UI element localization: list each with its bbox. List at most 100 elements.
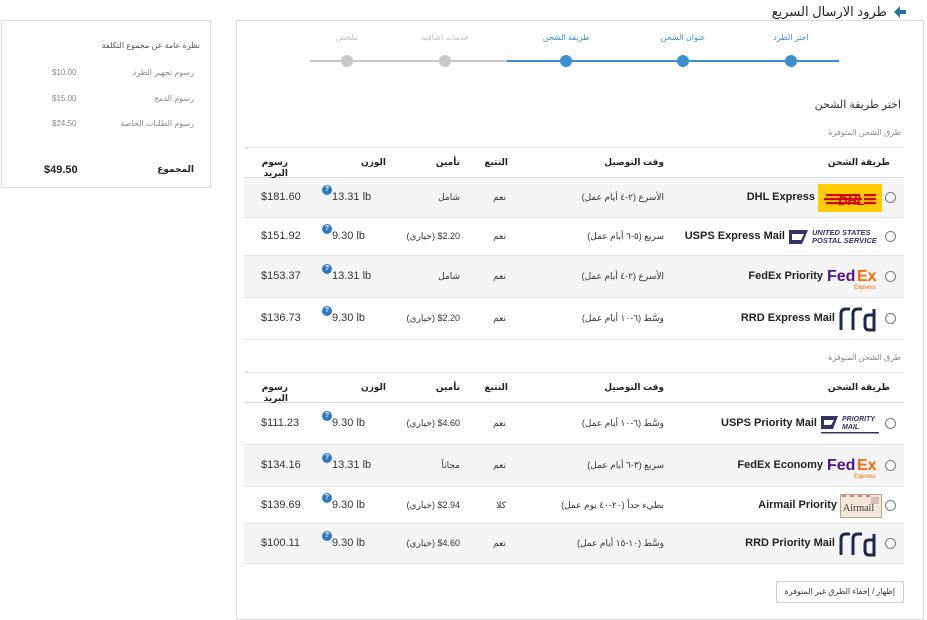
usps-priority-logo: PRIORITY MAIL (820, 413, 882, 435)
carrier-name: FedEx Priority (748, 270, 823, 282)
shipping-method-radio[interactable] (885, 231, 896, 242)
page-header: طرود الارسال السريع (772, 3, 907, 21)
fedex-logo: Fed Ex Express (826, 264, 882, 291)
shipping-method-radio[interactable] (885, 499, 896, 511)
svg-text:Fed: Fed (827, 457, 855, 474)
page-title: طرود الارسال السريع (771, 4, 887, 19)
tracking-value: نعم (493, 313, 506, 323)
summary-row: رسوم الدمج $15.00 (2, 94, 210, 106)
stepper-track-pending (310, 60, 507, 62)
tracking-value: نعم (493, 418, 506, 428)
table-row[interactable]: UNITED STATES POSTAL SERVICE USPS Express … (244, 218, 904, 256)
shipping-method-radio[interactable] (885, 538, 896, 549)
col-header-delivery: وقت التوصيل (604, 382, 664, 392)
carrier-name: FedEx Economy (737, 459, 823, 471)
delivery-time: الأسرع (٢-٤ أيام عمل) (581, 192, 664, 202)
shipping-method-radio[interactable] (885, 271, 896, 282)
svg-text:MAIL: MAIL (842, 424, 859, 431)
help-icon[interactable]: ? (322, 224, 332, 234)
checkout-stepper: اختر الطرد عنوان الشحن طريقة الشحن خدمات… (237, 21, 925, 91)
postage-value: $134.16 (261, 459, 301, 471)
step-dot-done[interactable] (785, 55, 797, 67)
delivery-time: الأسرع (٢-٤ أيام عمل) (581, 271, 664, 281)
insurance-value: شامل (438, 271, 460, 281)
shipping-method-radio[interactable] (885, 460, 896, 471)
rrd-logo (838, 531, 882, 557)
table-row[interactable]: Fed Ex Express FedEx Priority الأسرع (٢-٤ أي… (244, 256, 904, 298)
tracking-value: نعم (493, 231, 506, 241)
svg-text:Express: Express (854, 474, 876, 479)
dhl-logo: DHL (818, 184, 882, 212)
shipping-method-radio[interactable] (885, 192, 896, 203)
section-title: اختر طريقة الشحن (814, 99, 901, 111)
table-row[interactable]: Airmail Airmail Priority بطيء جداً (٢٠-٤٠ … (244, 487, 904, 524)
weight-value: 13.31 lb (332, 459, 372, 471)
table-row[interactable]: Fed Ex Express FedEx Economy سريع (٣-٦ أيام … (244, 445, 904, 487)
weight-value: 9.30 lb (332, 312, 366, 324)
table-row[interactable]: DHL DHL Express الأسرع (٢-٤ أيام عمل) نعم شا… (244, 178, 904, 218)
insurance-value: $4.60 (خياري) (406, 418, 460, 428)
postage-value: $100.11 (261, 537, 300, 549)
fedex-logo: Fed Ex Express (826, 453, 882, 480)
col-header-method: طريقة الشحن (827, 382, 890, 392)
summary-row-label: رسوم الطلبات الخاصة (120, 119, 194, 128)
delivery-time: بطيء جداً (٢٠-٤٠ يوم عمل) (561, 499, 664, 510)
tracking-value: نعم (493, 192, 506, 202)
table-row[interactable]: RRD Express Mail وسَّط (٦-١٠ أيام عمل) نعم… (244, 298, 904, 340)
summary-total-value: $49.50 (44, 164, 78, 176)
insurance-value: $2.20 (خياري) (406, 313, 460, 323)
carrier-name: RRD Priority Mail (745, 537, 835, 549)
insurance-value: $2.94 (خياري) (406, 499, 460, 510)
svg-text:Ex: Ex (857, 268, 877, 285)
step-label: عنوان الشحن (660, 33, 706, 42)
postage-value: $151.92 (261, 230, 301, 242)
delivery-time: وسَّط (٦-١٠ أيام عمل) (581, 313, 664, 323)
airmail-logo: Airmail (840, 493, 882, 518)
col-header-insurance: تأمين (435, 157, 460, 167)
col-header-postage: رسوم البريد (261, 382, 288, 403)
table-header: طريقة الشحن وقت التوصيل التتبع تأمين الوزن رس… (244, 373, 904, 403)
svg-text:DHL: DHL (838, 193, 865, 208)
summary-row: رسوم تجهيز الطرد $10.00 (2, 68, 210, 80)
table-header: طريقة الشحن وقت التوصيل التتبع تأمين الوزن رس… (244, 148, 904, 178)
step-dot-done[interactable] (677, 55, 689, 67)
col-header-method: طريقة الشحن (827, 157, 890, 167)
delivery-time: سريع (٣-٦ أيام عمل) (587, 460, 664, 470)
col-header-delivery: وقت التوصيل (604, 157, 664, 167)
help-icon[interactable]: ? (322, 531, 332, 541)
shipping-method-radio[interactable] (885, 313, 896, 324)
summary-row-value: $15.00 (52, 94, 77, 103)
step-label: خدمات اضافية (421, 33, 469, 42)
shipping-method-radio[interactable] (885, 418, 896, 429)
weight-value: 9.30 lb (332, 230, 366, 242)
usps-express-logo: UNITED STATES POSTAL SERVICE (788, 226, 882, 248)
tracking-value: نعم (493, 538, 506, 548)
summary-total-label: المجموع (157, 164, 194, 174)
shipping-table: طريقة الشحن وقت التوصيل التتبع تأمين الوزن رس… (244, 372, 904, 564)
tracking-value: نعم (493, 460, 506, 470)
arrow-left-icon[interactable] (893, 5, 907, 19)
insurance-value: $2.20 (خياري) (406, 231, 460, 241)
help-icon[interactable]: ? (322, 306, 332, 316)
summary-title: نظرة عامة عن مجموع التكلفة (101, 41, 200, 50)
step-label: ملخص (336, 33, 358, 42)
carrier-name: RRD Express Mail (740, 312, 835, 324)
weight-value: 13.31 lb (332, 270, 372, 282)
step-label: اختر الطرد (773, 33, 809, 42)
table-row[interactable]: PRIORITY MAIL USPS Priority Mail وسَّط (٦-١… (244, 403, 904, 445)
table-row[interactable]: RRD Priority Mail وسَّط (١٠-١٥ أيام عمل) ن… (244, 524, 904, 564)
svg-text:Express: Express (854, 285, 876, 290)
col-header-tracking: التتبع (484, 382, 508, 392)
help-icon[interactable]: ? (322, 264, 332, 274)
summary-row-value: $10.00 (52, 68, 77, 77)
step-dot-current[interactable] (560, 55, 572, 67)
help-icon[interactable]: ? (322, 453, 332, 463)
shipping-table: طريقة الشحن وقت التوصيل التتبع تأمين الوزن رس… (244, 147, 904, 340)
help-icon[interactable]: ? (322, 411, 332, 421)
help-icon[interactable]: ? (322, 492, 332, 503)
help-icon[interactable]: ? (322, 185, 332, 195)
step-dot-pending (341, 55, 353, 67)
delivery-time: وسَّط (٦-١٠ أيام عمل) (581, 418, 664, 428)
toggle-unavailable-button[interactable]: إظهار / إخفاء الطرق غير المتوفرة (775, 581, 904, 603)
summary-row: رسوم الطلبات الخاصة $24.50 (2, 119, 210, 131)
